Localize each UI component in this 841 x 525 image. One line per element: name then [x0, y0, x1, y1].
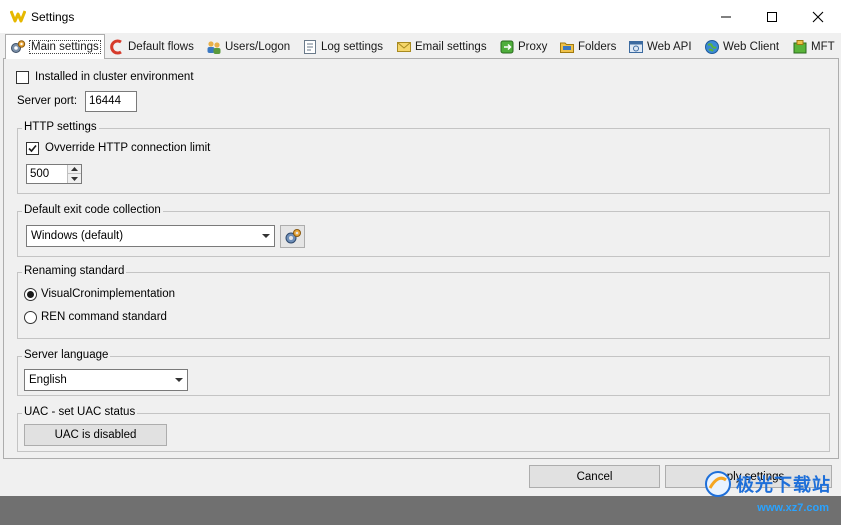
minimize-icon — [721, 16, 731, 17]
override-http-label: Ovverride HTTP connection limit — [45, 142, 211, 154]
tab-default-flows[interactable]: Default flows — [109, 36, 194, 58]
close-icon — [812, 11, 824, 22]
tab-folders[interactable]: Folders — [559, 36, 616, 58]
main-settings-panel: Installed in cluster environment Server … — [3, 58, 839, 459]
title-bar: Settings — [0, 0, 841, 33]
chevron-down-icon — [262, 234, 270, 238]
cluster-checkbox[interactable] — [16, 71, 29, 84]
exit-code-selected: Windows (default) — [31, 230, 124, 242]
override-http-checkbox[interactable] — [26, 142, 39, 155]
server-port-label: Server port: — [17, 95, 78, 107]
tab-mft[interactable]: MFT — [792, 36, 835, 58]
users-icon — [207, 41, 221, 54]
email-icon — [397, 42, 411, 52]
minimize-button[interactable] — [703, 0, 749, 33]
radio-visualcron-implementation[interactable] — [24, 288, 37, 301]
tab-main-settings[interactable]: Main settings — [5, 34, 105, 59]
http-limit-spinner[interactable]: 500 — [26, 164, 82, 184]
exit-code-select[interactable]: Windows (default) — [26, 225, 275, 247]
maximize-icon — [767, 11, 777, 22]
cancel-button[interactable]: Cancel — [529, 465, 660, 488]
http-settings-group: HTTP settings Ovverride HTTP connection … — [17, 121, 830, 194]
gears-icon — [285, 228, 301, 243]
uac-group: UAC - set UAC status UAC is disabled — [17, 406, 830, 452]
log-icon — [304, 40, 316, 54]
exit-code-settings-button[interactable] — [280, 225, 305, 248]
watermark-text: 极光下载站 — [736, 475, 831, 495]
folders-icon — [560, 42, 574, 53]
exit-code-group: Default exit code collection Windows (de… — [17, 204, 830, 257]
server-language-group: Server language English — [17, 349, 830, 396]
renaming-standard-group: Renaming standard VisualCronimplementati… — [17, 265, 830, 339]
maximize-button[interactable] — [749, 0, 795, 33]
tab-strip: Main settings Default flows Users/Logon … — [0, 33, 841, 59]
exit-code-title: Default exit code collection — [22, 204, 163, 216]
http-limit-value: 500 — [30, 168, 50, 180]
radio-ren-command-standard[interactable] — [24, 311, 37, 324]
server-port-input[interactable]: 16444 — [85, 91, 137, 112]
cluster-label: Installed in cluster environment — [35, 71, 194, 83]
gear-settings-icon — [11, 40, 26, 53]
web-client-icon — [705, 40, 719, 54]
uac-title: UAC - set UAC status — [22, 406, 138, 418]
tab-label: Main settings — [29, 40, 101, 54]
tab-users-logon[interactable]: Users/Logon — [206, 36, 290, 58]
watermark-logo-icon — [705, 471, 731, 497]
visualcron-logo-icon — [10, 10, 26, 23]
close-button[interactable] — [795, 0, 841, 33]
tab-email-settings[interactable]: Email settings — [396, 36, 487, 58]
flow-icon — [110, 39, 122, 55]
spin-up-button[interactable] — [68, 165, 81, 174]
checkmark-icon — [28, 144, 37, 153]
renaming-standard-title: Renaming standard — [22, 265, 127, 277]
tab-web-client[interactable]: Web Client — [704, 36, 779, 58]
window-title: Settings — [31, 10, 75, 24]
tab-log-settings[interactable]: Log settings — [302, 36, 383, 58]
server-language-selected: English — [29, 374, 67, 386]
http-settings-title: HTTP settings — [22, 121, 99, 133]
proxy-icon — [500, 40, 514, 54]
uac-status-button[interactable]: UAC is disabled — [24, 424, 167, 446]
chevron-down-icon — [175, 378, 183, 382]
watermark: 极光下载站 — [704, 470, 831, 498]
server-language-title: Server language — [22, 349, 111, 361]
spin-down-button[interactable] — [68, 174, 81, 183]
tab-proxy[interactable]: Proxy — [499, 36, 547, 58]
bottom-bar — [0, 496, 841, 525]
arrow-down-icon — [71, 176, 78, 181]
arrow-up-icon — [71, 167, 78, 171]
spinner-buttons — [67, 165, 81, 183]
web-api-icon — [629, 41, 643, 53]
visualcron-implementation-label: VisualCronimplementation — [41, 288, 176, 300]
mft-icon — [793, 40, 807, 54]
watermark-url: www.xz7.com — [757, 502, 829, 514]
ren-command-standard-label: REN command standard — [41, 311, 167, 323]
tab-web-api[interactable]: Web API — [628, 36, 692, 58]
server-language-select[interactable]: English — [24, 369, 188, 391]
